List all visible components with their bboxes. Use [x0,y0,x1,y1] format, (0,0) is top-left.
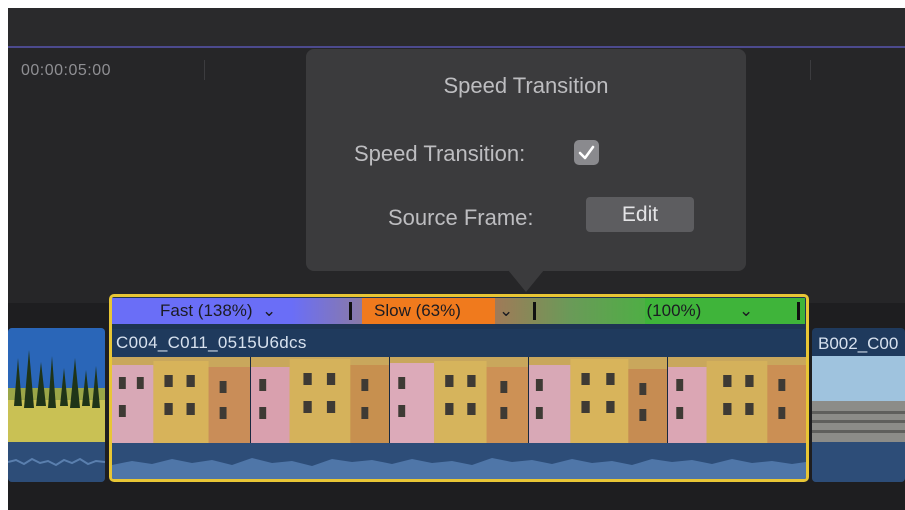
toolbar-strip [8,8,905,46]
filmstrip-frame [668,357,806,443]
next-clip-audio [812,442,905,482]
filmstrip-frame [390,357,529,443]
ruler-tick [204,60,205,80]
waveform [112,458,806,479]
filmstrip-frame [112,357,251,443]
speed-transition-checkbox[interactable] [574,140,599,165]
ramp-handle-icon[interactable] [349,302,352,320]
ramp-handle-icon[interactable] [533,302,536,320]
speed-segment-slow[interactable]: Slow (63%) [362,298,495,324]
retime-speed-bar: Fast (138%) ⌄ Slow (63%) ⌄ Normal (100%)… [112,298,805,324]
clip-audio-waveform [112,443,806,479]
source-frame-label: Source Frame: [388,205,534,230]
chevron-down-icon[interactable]: ⌄ [262,298,276,324]
clip-name: C004_C011_0515U6dcs [116,333,307,352]
popover-arrow [508,270,544,292]
ramp-handle-icon[interactable] [797,302,800,320]
speed-transition-slow-normal[interactable]: ⌄ [495,298,645,324]
clip-title-bar: C004_C011_0515U6dcs [112,329,806,357]
filmstrip-frame [529,357,668,443]
speed-segment-fast[interactable]: Fast (138%) ⌄ [112,298,292,324]
speed-transition-label: Speed Transition: [354,141,526,166]
next-clip[interactable]: B002_C00 [812,328,905,482]
edit-button[interactable]: Edit [586,197,694,232]
speed-transition-popover: Speed Transition Speed Transition: Sourc… [306,49,746,271]
speed-segment-label: Slow (63%) [374,301,461,320]
chevron-down-icon[interactable]: ⌄ [739,298,753,324]
chevron-down-icon[interactable]: ⌄ [499,298,513,324]
ruler-tick [810,60,811,80]
speed-transition-fast-slow[interactable] [292,298,362,324]
previous-clip-audio [8,442,105,482]
filmstrip-frame [251,357,390,443]
next-clip-thumbnail [812,356,905,442]
waveform [8,457,105,467]
next-clip-name: B002_C00 [818,334,899,353]
speed-segment-label: Fast (138%) [160,301,253,320]
popover-title: Speed Transition [443,73,609,98]
timeline-window: 00:00:05:00 C004_C011_0515U6dcs Fast (13… [8,8,905,510]
checkmark-icon [578,145,595,160]
clip-filmstrip [112,357,806,443]
previous-clip-thumbnail [8,328,105,442]
ruler-timecode: 00:00:05:00 [21,62,112,79]
speed-segment-label: Normal (100%) [645,301,702,320]
speed-segment-normal[interactable]: Normal (100%) ⌄ [645,298,805,324]
previous-clip[interactable] [8,328,105,482]
